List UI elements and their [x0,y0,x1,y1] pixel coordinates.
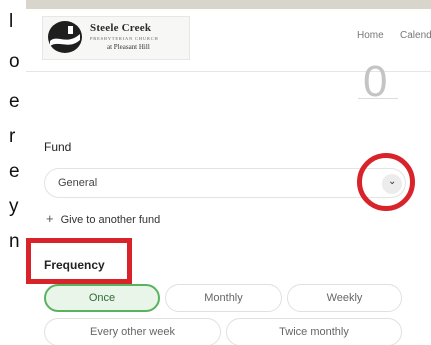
logo-title: Steele Creek [90,22,152,34]
fund-label: Fund [44,140,72,154]
annotation-red-circle [357,153,415,211]
logo-subtitle: PRESBYTERIAN CHURCH [90,36,159,41]
left-text-char: o [9,51,20,72]
frequency-option-weekly[interactable]: Weekly [287,284,402,312]
church-logo[interactable]: Steele Creek PRESBYTERIAN CHURCH at Plea… [42,16,190,60]
annotation-red-box [26,238,132,284]
frequency-option-once[interactable]: Once [44,284,160,312]
left-text-char: n [9,231,20,252]
left-text-char: e [9,91,20,112]
frequency-option-every-other-week[interactable]: Every other week [44,318,221,345]
left-text-char: e [9,161,20,182]
frequency-option-twice-monthly[interactable]: Twice monthly [226,318,402,345]
fund-selected-value: General [58,177,98,189]
plus-icon: + [46,211,54,226]
amount-underline [358,98,398,99]
left-page-text: l o e r e y n [0,0,26,345]
left-text-char: r [9,126,16,147]
church-logo-icon [48,21,82,53]
nav-calendar-link[interactable]: Calend [400,30,431,41]
logo-place: at Pleasant Hill [107,43,150,51]
frequency-option-monthly[interactable]: Monthly [165,284,282,312]
fund-select[interactable]: General ⌄ [44,168,406,198]
left-text-char: y [9,196,19,217]
give-another-fund-link[interactable]: + Give to another fund [46,211,160,226]
header-top-band [26,0,431,9]
left-text-char: l [9,11,14,32]
give-another-fund-label: Give to another fund [60,214,161,226]
nav-home-link[interactable]: Home [357,30,384,41]
